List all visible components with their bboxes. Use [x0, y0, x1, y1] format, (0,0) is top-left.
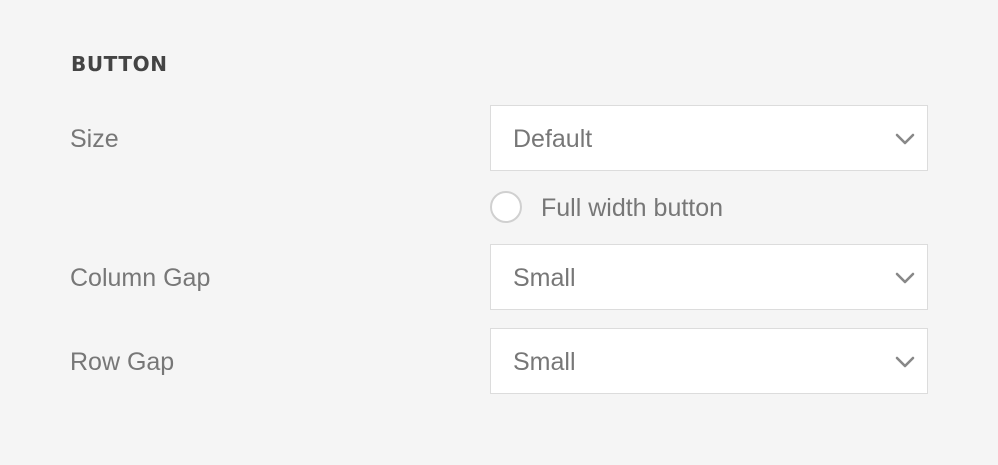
- full-width-radio[interactable]: [490, 191, 522, 223]
- chevron-down-icon: [895, 133, 915, 145]
- column-gap-label: Column Gap: [70, 264, 211, 292]
- column-gap-select[interactable]: Small: [490, 244, 928, 310]
- full-width-label: Full width button: [541, 194, 724, 222]
- size-select-value: Default: [513, 125, 593, 153]
- row-gap-label: Row Gap: [70, 348, 175, 376]
- chevron-down-icon: [895, 272, 915, 284]
- chevron-down-icon: [895, 356, 915, 368]
- section-title: BUTTON: [71, 52, 168, 76]
- column-gap-select-value: Small: [513, 264, 576, 292]
- size-select[interactable]: Default: [490, 105, 928, 171]
- row-gap-select-value: Small: [513, 348, 576, 376]
- row-gap-select[interactable]: Small: [490, 328, 928, 394]
- size-label: Size: [70, 125, 119, 153]
